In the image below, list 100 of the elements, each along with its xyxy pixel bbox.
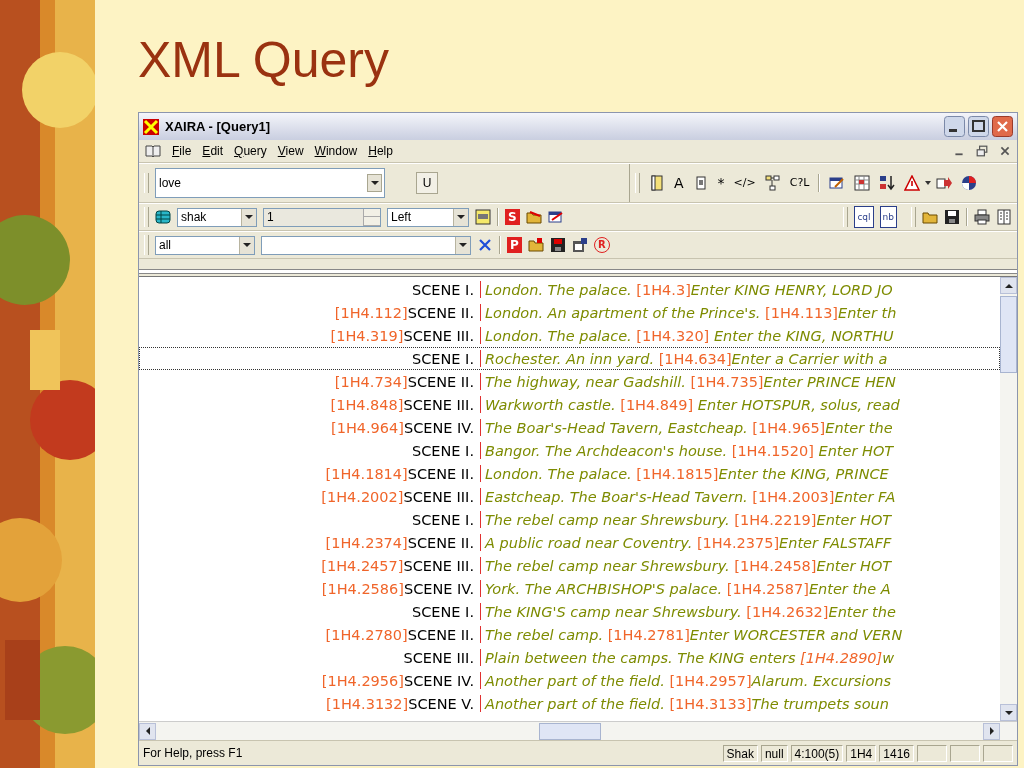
concordance-row[interactable]: [1H4.112]SCENE II. London. An apartment of the Prince's. [1H4.113]Enter th — [139, 301, 1000, 324]
context-text: Enter the A — [808, 580, 891, 597]
menu-item[interactable]: Window — [314, 144, 358, 158]
context-text: Enter WORCESTER and VERN — [689, 626, 903, 643]
context-text: Enter PRINCE HEN — [763, 373, 896, 390]
concordance-row[interactable]: [1H4.1814]SCENE II. London. The palace. [1H4.1815]Enter the KING, PRINCE — [139, 462, 1000, 485]
count-spinner[interactable]: 1 — [263, 207, 381, 227]
close-button[interactable] — [992, 116, 1013, 137]
edit-icon[interactable] — [547, 209, 564, 225]
reference: [1H4.320] — [636, 327, 710, 344]
warning-icon[interactable] — [904, 175, 921, 191]
ball-icon[interactable] — [961, 175, 978, 191]
reference: [1H4.113] — [765, 304, 838, 321]
close-icon[interactable] — [999, 145, 1011, 157]
menu-item[interactable]: File — [172, 144, 192, 158]
context-text: Enter the KING, NORTHU — [712, 327, 894, 344]
door-icon[interactable] — [649, 175, 665, 191]
nb-icon[interactable]: nb — [879, 206, 897, 228]
concordance-row[interactable]: [1H4.734]SCENE II. The highway, near Gadshill. [1H4.735]Enter PRINCE HEN — [139, 370, 1000, 393]
reference: [1H4.735] — [690, 373, 764, 390]
reference: [1H4.2956] — [321, 672, 404, 689]
print-icon[interactable] — [974, 209, 990, 225]
context-text: Another part of the field. — [485, 672, 666, 689]
reference: [1H4.2458] — [734, 557, 817, 574]
concordance-row[interactable]: SCENE I. Bangor. The Archdeacon's house. [1H4.1520] Enter HOT — [139, 439, 1000, 462]
tree-icon[interactable] — [764, 175, 781, 191]
maximize-button[interactable] — [968, 116, 989, 137]
edit-icon[interactable] — [829, 175, 846, 191]
cql-icon[interactable]: cql — [854, 206, 874, 228]
concordance-row[interactable]: [1H4.964]SCENE IV. The Boar's-Head Tavern, Eastcheap. [1H4.965]Enter the — [139, 416, 1000, 439]
menu-item[interactable]: View — [277, 144, 304, 158]
align-combo[interactable]: Left — [387, 207, 469, 227]
save-icon[interactable] — [549, 237, 566, 253]
properties-icon[interactable] — [571, 237, 588, 253]
app-icon — [143, 118, 159, 135]
concordance-row[interactable]: SCENE I. The KING'S camp near Shrewsbury. [1H4.2632]Enter the — [139, 600, 1000, 623]
scene-label: SCENE I. — [412, 442, 474, 459]
horizontal-scrollbar[interactable] — [139, 721, 1017, 740]
slide-title: XML Query — [138, 31, 390, 90]
scene-label: SCENE III. — [403, 488, 474, 505]
context-text: Rochester. An inn yard. — [485, 350, 655, 367]
context-text: Enter the — [828, 603, 896, 620]
concordance-row[interactable]: [1H4.2780]SCENE II. The rebel camp. [1H4.2781]Enter WORCESTER and VERN — [139, 623, 1000, 646]
reference: [1H4.319] — [330, 327, 404, 344]
concordance-row[interactable]: [1H4.3132]SCENE V. Another part of the field. [1H4.3133]The trumpets soun — [139, 692, 1000, 715]
export-icon[interactable] — [936, 175, 953, 191]
status-panel — [950, 744, 980, 762]
vertical-scrollbar[interactable] — [1000, 277, 1017, 721]
columns-icon[interactable] — [996, 209, 1012, 225]
database-icon[interactable] — [155, 209, 171, 225]
concordance-row[interactable]: [1H4.319]SCENE III. London. The palace. [1H4.320] Enter the KING, NORTHU — [139, 324, 1000, 347]
minimize-button[interactable] — [944, 116, 965, 137]
reference: [1H4.2957] — [669, 672, 752, 689]
asterisk-icon[interactable]: * — [717, 175, 725, 191]
concordance-row[interactable]: [1H4.2457]SCENE III. The rebel camp near Shrewsbury. [1H4.2458]Enter HOT — [139, 554, 1000, 577]
context-text: London. The palace. — [485, 465, 633, 482]
concordance-row[interactable]: [1H4.2374]SCENE II. A public road near Coventry. [1H4.2375]Enter FALSTAFF — [139, 531, 1000, 554]
letter-icon[interactable]: A — [674, 175, 684, 191]
concordance-row[interactable]: [1H4.848]SCENE III. Warkworth castle. [1H4.849] Enter HOTSPUR, solus, read — [139, 393, 1000, 416]
clear-icon[interactable] — [477, 237, 493, 253]
grid-icon[interactable] — [854, 175, 871, 191]
scene-label: SCENE IV. — [403, 672, 474, 689]
status-message: For Help, press F1 — [143, 746, 244, 760]
menu-item[interactable]: Edit — [202, 144, 224, 158]
folder-icon[interactable] — [922, 209, 938, 225]
expression-combo[interactable] — [261, 235, 471, 255]
scene-label: SCENE IV. — [403, 580, 474, 597]
s-page-icon[interactable]: S — [505, 209, 520, 225]
context-text: Enter HOT — [817, 442, 894, 459]
reference: [1H4.2374] — [325, 534, 408, 551]
context-text: London. The palace. — [485, 281, 633, 298]
folder-icon[interactable] — [525, 209, 542, 225]
u-button[interactable]: U — [416, 172, 438, 194]
tag-icon[interactable]: </> — [733, 175, 756, 191]
concordance-row[interactable]: [1H4.2956]SCENE IV. Another part of the field. [1H4.2957]Alarum. Excursions — [139, 669, 1000, 692]
p-page-icon[interactable]: P — [507, 237, 522, 253]
reference: [1H4.734] — [334, 373, 408, 390]
save-icon[interactable] — [944, 209, 960, 225]
corpus-combo[interactable]: shak — [177, 207, 257, 227]
status-panel: 1416 — [879, 744, 914, 762]
reference: [1H4.3133] — [669, 695, 752, 712]
concordance-row[interactable]: [1H4.2002]SCENE III. Eastcheap. The Boar's-Head Tavern. [1H4.2003]Enter FA — [139, 485, 1000, 508]
caret-icon[interactable] — [925, 181, 932, 185]
context-text: Enter HOT — [816, 511, 892, 528]
cql-icon[interactable]: C?L — [789, 175, 810, 191]
query-combo[interactable]: love — [155, 168, 385, 198]
concordance-row[interactable]: [1H4.2586]SCENE IV. York. The ARCHBISHOP'S palace. [1H4.2587]Enter the A — [139, 577, 1000, 600]
folder-icon[interactable] — [527, 237, 544, 253]
menu-item[interactable]: Help — [368, 144, 393, 158]
scene-label: SCENE III. — [403, 396, 474, 413]
restore-icon[interactable] — [976, 145, 988, 157]
concordance-row[interactable]: SCENE I. Rochester. An inn yard. [1H4.634]Enter a Carrier with a — [139, 347, 1000, 370]
scene-label: SCENE IV. — [403, 419, 474, 436]
concordance-row[interactable]: SCENE I. The rebel camp near Shrewsbury. [1H4.2219]Enter HOT — [139, 508, 1000, 531]
sort-icon[interactable] — [879, 175, 896, 191]
concordance-row[interactable]: SCENE III. Plain between the camps. The KING enters [1H4.2890]w — [139, 646, 1000, 669]
concordance-row[interactable]: SCENE I. London. The palace. [1H4.3]Enter KING HENRY, LORD JO — [139, 278, 1000, 301]
menu-item[interactable]: Query — [234, 144, 267, 158]
pos-icon[interactable] — [475, 209, 491, 225]
filter-combo[interactable]: all — [155, 235, 255, 255]
